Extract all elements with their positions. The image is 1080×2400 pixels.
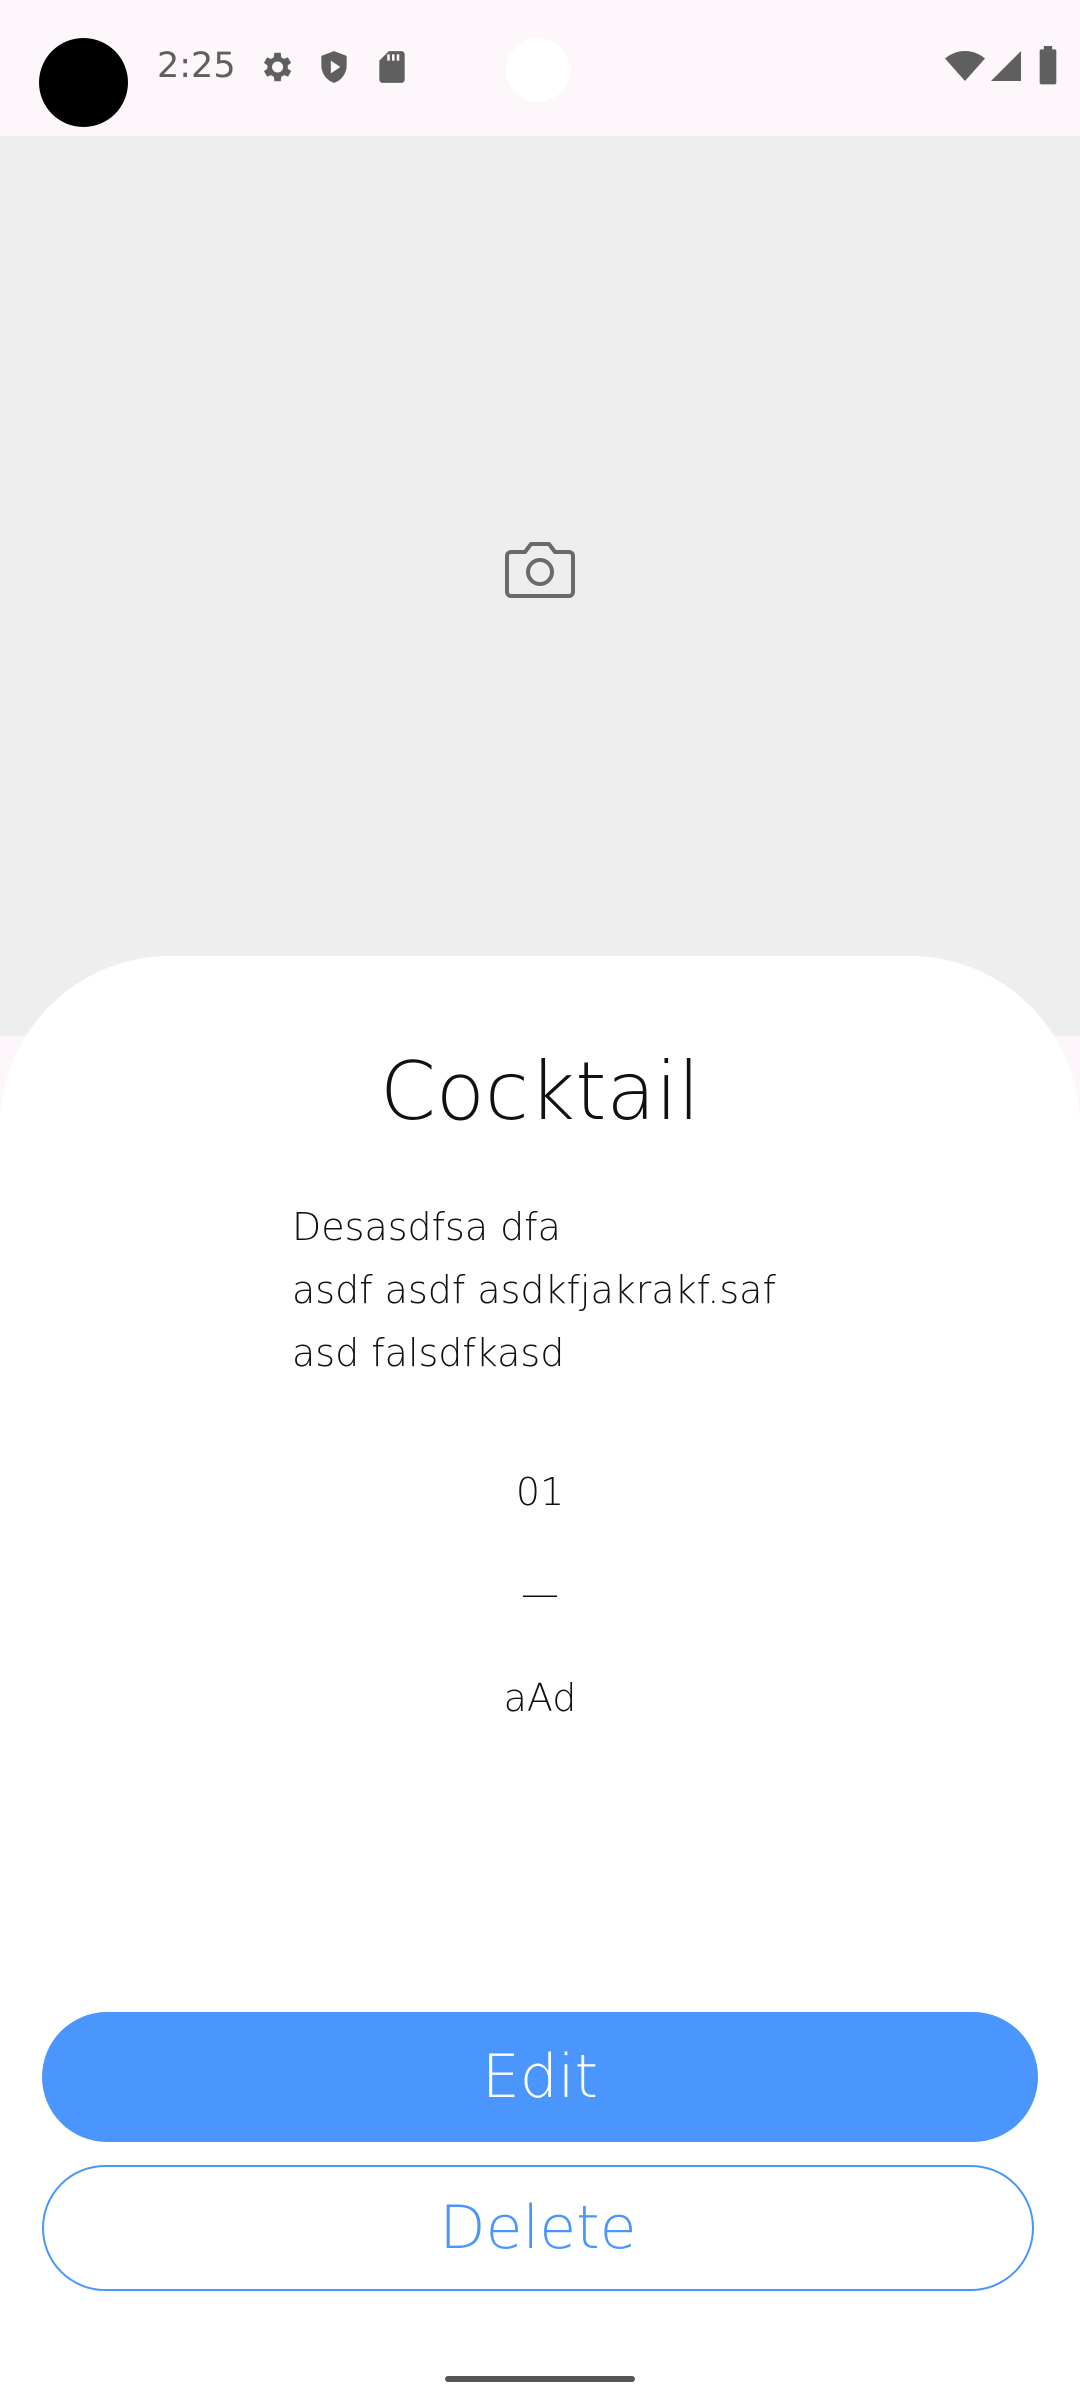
front-camera-cutout — [39, 38, 128, 127]
sd-card-icon — [379, 51, 405, 83]
cocktail-description: Desasdfsa dfa asdf asdf asdkfjakrakf.saf… — [292, 1205, 776, 1375]
cocktail-detail-3: aAd — [503, 1676, 577, 1720]
status-bar: 2:25 — [0, 0, 1080, 136]
cocktail-detail-1: 01 — [515, 1470, 565, 1514]
home-indicator[interactable] — [445, 2376, 635, 2382]
wifi-icon — [945, 51, 985, 81]
status-time: 2:25 — [157, 46, 236, 86]
shield-play-icon — [321, 51, 347, 83]
battery-icon — [1039, 46, 1057, 85]
signal-icon — [991, 51, 1021, 81]
cocktail-title: Cocktail — [380, 1045, 700, 1138]
camera-icon — [505, 542, 575, 598]
settings-icon — [263, 52, 292, 82]
notification-dot — [506, 38, 570, 102]
delete-button[interactable]: Delete — [42, 2165, 1034, 2291]
cocktail-detail-2: — — [521, 1572, 559, 1616]
edit-button[interactable]: Edit — [42, 2012, 1038, 2142]
